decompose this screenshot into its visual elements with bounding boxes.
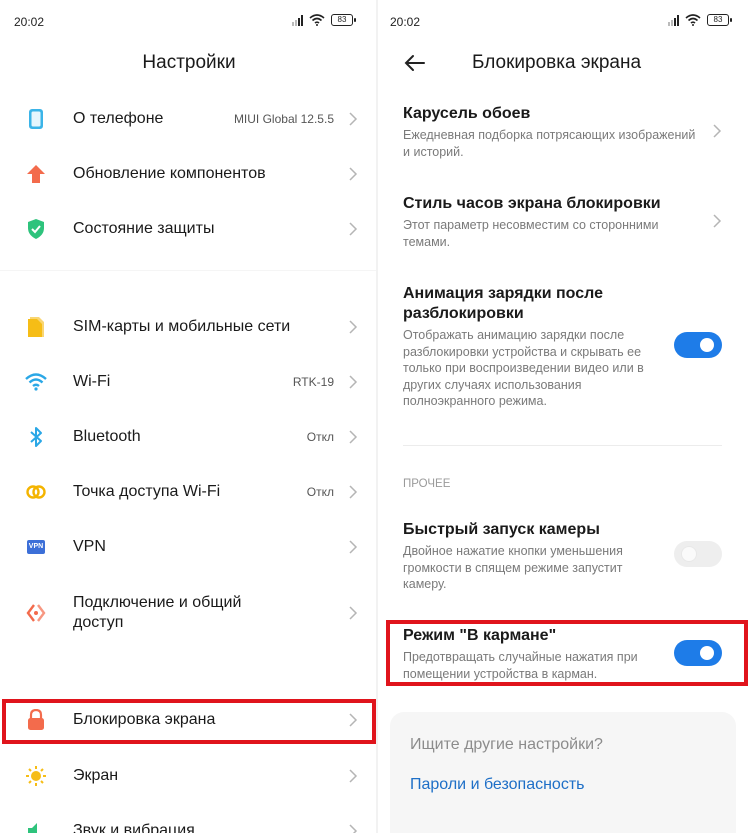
option-title: Режим "В кармане" [403,627,557,644]
settings-item-display[interactable]: Экран [0,750,378,802]
chevron-right-icon [349,540,358,554]
speaker-icon [24,819,48,833]
pocket-mode-toggle[interactable] [674,640,722,666]
chevron-right-icon [349,430,358,444]
search-prompt[interactable]: Ищите другие настройки? [410,736,603,754]
search-suggestions-card: Ищите другие настройки? Пароли и безопас… [390,712,736,833]
chevron-right-icon [349,375,358,389]
settings-item-sim-cards[interactable]: SIM-карты и мобильные сети [0,301,378,353]
lock-screen-pane: 20:02 83 Блокировка экрана Карусель обое… [378,0,750,833]
option-quick-camera: Быстрый запуск камеры Двойное нажатие кн… [403,520,665,593]
bluetooth-icon [24,425,48,449]
settings-item-about-phone[interactable]: О телефоне MIUI Global 12.5.5 [0,93,378,145]
chevron-right-icon [349,112,358,126]
group-divider [0,270,378,271]
wifi-icon [24,370,48,394]
option-title: Стиль часов экрана блокировки [403,195,661,212]
settings-pane: 20:02 83 Настройки О телефоне MIUI Globa… [0,0,378,833]
option-clock-style[interactable]: Стиль часов экрана блокировки Этот парам… [403,194,703,250]
search-suggestion-link[interactable]: Пароли и безопасность [410,776,585,794]
status-bar: 20:02 83 [0,12,378,32]
option-title: Быстрый запуск камеры [403,521,600,538]
settings-item-lock-screen[interactable]: Блокировка экрана [0,694,378,746]
phone-icon [24,107,48,131]
status-time: 20:02 [14,15,45,29]
settings-item-security-status[interactable]: Состояние защиты [0,203,378,255]
settings-item-label: Подключение и общий доступ [73,594,242,631]
chevron-right-icon [349,713,358,727]
settings-item-label: О телефоне [73,110,164,127]
page-title: Настройки [142,52,236,73]
settings-item-label: Обновление компонентов [73,165,266,182]
signal-icon [292,14,303,26]
settings-item-sound-vibration[interactable]: Звук и вибрация [0,805,378,833]
settings-item-label: Bluetooth [73,428,141,445]
option-charging-animation: Анимация зарядки после разблокировки Ото… [403,284,665,410]
settings-item-value: Откл [306,430,334,444]
wifi-icon [685,14,701,26]
settings-item-wifi[interactable]: Wi-Fi RTK-19 [0,356,378,408]
battery-icon: 83 [707,14,732,26]
vpn-icon: VPN [24,535,48,559]
connection-sharing-icon [24,601,48,625]
settings-item-connection-sharing[interactable]: Подключение и общий доступ [0,583,378,643]
settings-item-value: RTK-19 [292,375,334,389]
option-title: Карусель обоев [403,105,531,122]
sun-icon [24,764,48,788]
section-label-other: ПРОЧЕЕ [403,478,451,490]
charging-animation-toggle[interactable] [674,332,722,358]
chevron-right-icon [349,769,358,783]
option-description: Двойное нажатие кнопки уменьшения громко… [403,544,623,591]
chevron-right-icon [349,222,358,236]
chevron-right-icon [713,214,722,228]
option-pocket-mode: Режим "В кармане" Предотвращать случайны… [403,626,665,682]
battery-icon: 83 [331,14,356,26]
chevron-right-icon [713,124,722,138]
option-description: Предотвращать случайные нажатия при поме… [403,650,638,681]
chevron-right-icon [349,606,358,620]
settings-item-hotspot[interactable]: Точка доступа Wi-Fi Откл [0,466,378,518]
option-description: Отображать анимацию зарядки после разбло… [403,328,644,408]
settings-item-label: Состояние защиты [73,220,215,237]
settings-item-label: SIM-карты и мобильные сети [73,318,291,335]
hotspot-icon [24,480,48,504]
settings-item-label: Точка доступа Wi-Fi [73,483,221,500]
status-time: 20:02 [390,15,421,29]
settings-item-value: MIUI Global 12.5.5 [233,112,334,126]
option-title: Анимация зарядки после разблокировки [403,285,603,322]
chevron-right-icon [349,824,358,833]
settings-item-value: Откл [306,485,334,499]
option-wallpaper-carousel[interactable]: Карусель обоев Ежедневная подборка потря… [403,104,703,160]
arrow-up-icon [24,162,48,186]
settings-item-label: Блокировка экрана [73,711,216,728]
sim-card-icon [24,315,48,339]
settings-item-bluetooth[interactable]: Bluetooth Откл [0,411,378,463]
lock-icon [24,708,48,732]
settings-item-vpn[interactable]: VPN VPN [0,521,378,573]
status-icons: 83 [292,14,356,26]
status-bar: 20:02 83 [378,12,750,32]
toggle-knob [700,646,714,660]
toggle-knob [682,547,696,561]
settings-item-label: Звук и вибрация [73,822,195,833]
quick-camera-toggle[interactable] [674,541,722,567]
settings-item-component-update[interactable]: Обновление компонентов [0,148,378,200]
option-description: Ежедневная подборка потрясающих изображе… [403,128,696,159]
status-icons: 83 [668,14,732,26]
chevron-right-icon [349,485,358,499]
settings-item-label: Экран [73,767,119,784]
signal-icon [668,14,679,26]
chevron-right-icon [349,320,358,334]
toggle-knob [700,338,714,352]
option-description: Этот параметр несовместим со сторонними … [403,218,659,249]
back-arrow-icon[interactable] [402,50,428,76]
settings-item-label: Wi-Fi [73,373,111,390]
page-title: Блокировка экрана [472,52,642,73]
shield-icon [24,217,48,241]
section-divider [403,445,722,446]
vpn-icon-text: VPN [26,540,46,554]
wifi-icon [309,14,325,26]
settings-item-label: VPN [73,538,106,555]
chevron-right-icon [349,167,358,181]
